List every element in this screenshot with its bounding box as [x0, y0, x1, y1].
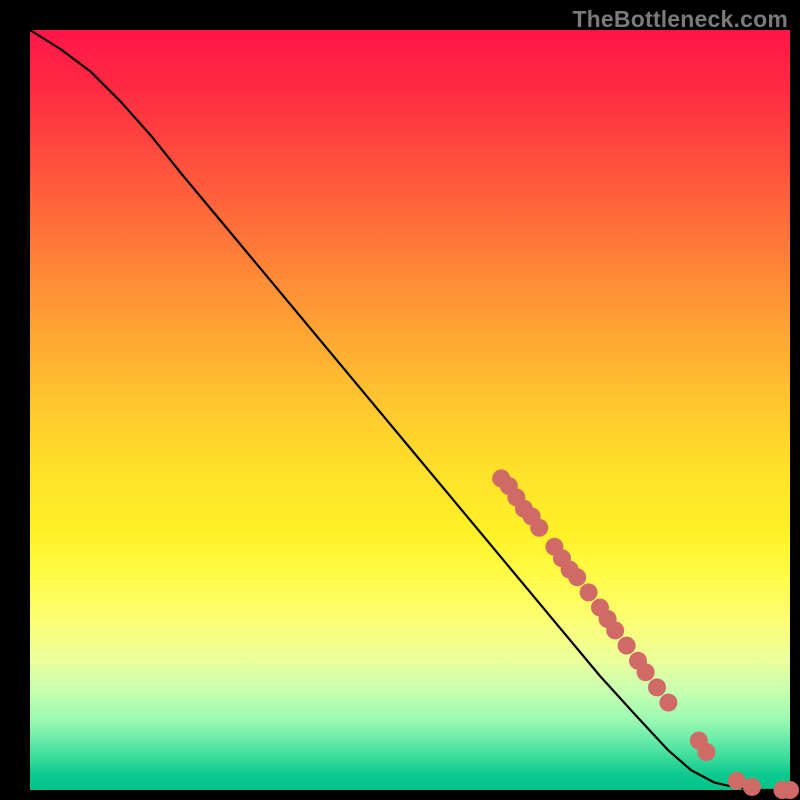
chart-overlay — [30, 30, 790, 790]
scatter-point — [618, 637, 636, 655]
chart-frame: TheBottleneck.com — [0, 0, 800, 800]
scatter-point — [743, 778, 761, 796]
scatter-point — [697, 743, 715, 761]
scatter-point — [530, 519, 548, 537]
scatter-point — [781, 781, 799, 799]
scatter-point — [568, 568, 586, 586]
scatter-point — [637, 663, 655, 681]
scatter-point — [648, 678, 666, 696]
scatter-point — [580, 583, 598, 601]
scatter-points-group — [492, 469, 799, 799]
attribution-label: TheBottleneck.com — [572, 6, 788, 33]
performance-curve — [30, 30, 790, 790]
scatter-point — [659, 694, 677, 712]
scatter-point — [606, 621, 624, 639]
